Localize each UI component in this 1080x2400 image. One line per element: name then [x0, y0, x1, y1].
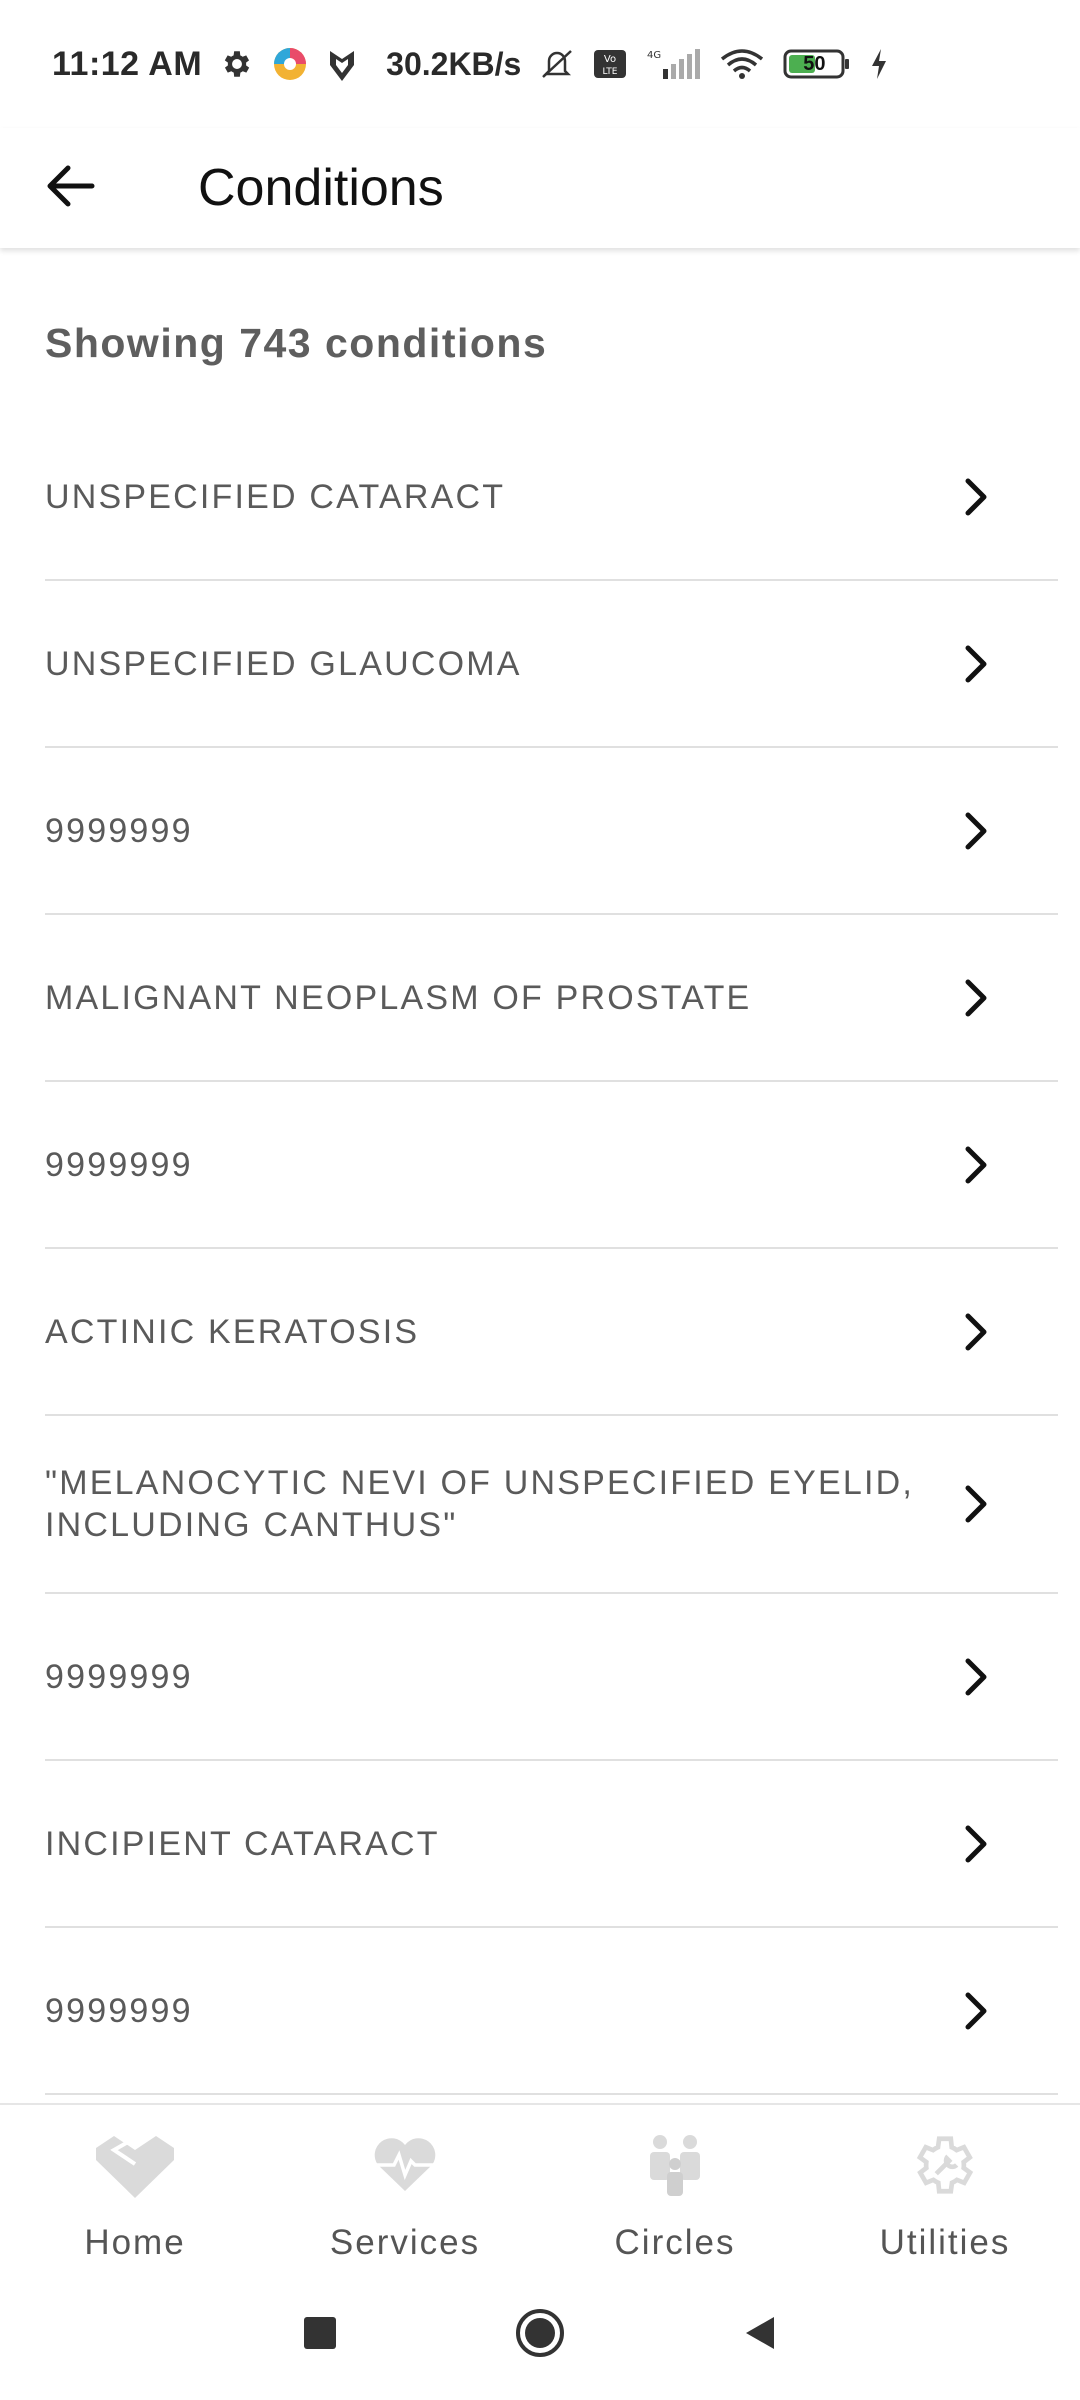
- list-item[interactable]: "MELANOCYTIC NEVI OF UNSPECIFIED EYELID,…: [45, 1416, 1058, 1594]
- list-item-label: "MELANOCYTIC NEVI OF UNSPECIFIED EYELID,…: [45, 1464, 914, 1544]
- list-item[interactable]: MALIGNANT NEOPLASM OF PROSTATE: [45, 915, 1058, 1082]
- status-bar: 11:12 AM 30.2KB/s Vo LTE 4G 50: [0, 0, 1080, 128]
- chevron-right-icon: [946, 634, 1006, 694]
- svg-text:Vo: Vo: [604, 54, 616, 65]
- circle-icon: [514, 2307, 566, 2364]
- list-item-label: 9999999: [45, 811, 193, 850]
- conditions-list: UNSPECIFIED CATARACT UNSPECIFIED GLAUCOM…: [45, 414, 1058, 2095]
- back-system-button[interactable]: [725, 2300, 795, 2370]
- list-item[interactable]: INCIPIENT CATARACT: [45, 1761, 1058, 1928]
- chevron-right-icon: [946, 1981, 1006, 2041]
- chevron-right-icon: [946, 801, 1006, 861]
- triangle-back-icon: [740, 2313, 780, 2358]
- square-icon: [302, 2315, 338, 2356]
- chevron-right-icon: [946, 1135, 1006, 1195]
- charging-icon: [869, 47, 889, 81]
- chevron-right-icon: [946, 1302, 1006, 1362]
- app-bar: Conditions: [0, 128, 1080, 248]
- mute-icon: [539, 47, 575, 81]
- wifi-icon: [719, 47, 765, 81]
- nav-item-circles[interactable]: Circles: [540, 2105, 810, 2270]
- home-system-button[interactable]: [505, 2300, 575, 2370]
- nav-label-home: Home: [84, 2223, 186, 2262]
- people-icon: [630, 2125, 720, 2205]
- net-speed: 30.2KB/s: [386, 45, 522, 82]
- list-item-label: 9999999: [45, 1657, 193, 1696]
- list-item-label: MALIGNANT NEOPLASM OF PROSTATE: [45, 978, 752, 1017]
- svg-text:LTE: LTE: [603, 67, 618, 77]
- recents-button[interactable]: [285, 2300, 355, 2370]
- home-icon: [90, 2125, 180, 2205]
- list-item-label: 9999999: [45, 1991, 193, 2030]
- svg-text:4G: 4G: [647, 50, 661, 61]
- chevron-right-icon: [946, 968, 1006, 1028]
- battery-icon: 50: [783, 47, 851, 81]
- status-time: 11:12 AM: [52, 44, 203, 83]
- list-item-label: UNSPECIFIED GLAUCOMA: [45, 644, 522, 683]
- nav-item-home[interactable]: Home: [0, 2105, 270, 2270]
- gear-icon: [220, 47, 254, 81]
- nav-item-services[interactable]: Services: [270, 2105, 540, 2270]
- conditions-content[interactable]: Showing 743 conditions UNSPECIFIED CATAR…: [0, 248, 1080, 2104]
- chevron-right-icon: [946, 1647, 1006, 1707]
- nav-item-utilities[interactable]: Utilities: [810, 2105, 1080, 2270]
- list-item[interactable]: 9999999: [45, 748, 1058, 915]
- chevron-right-icon: [946, 467, 1006, 527]
- gear-wrench-icon: [900, 2125, 990, 2205]
- list-item-label: INCIPIENT CATARACT: [45, 1824, 440, 1863]
- list-item[interactable]: 9999999: [45, 1928, 1058, 2095]
- shield-app-icon: [326, 47, 358, 81]
- app-colorful-icon: [272, 46, 308, 82]
- nav-label-services: Services: [329, 2223, 481, 2262]
- signal-4g-icon: 4G: [645, 47, 701, 81]
- volte-icon: Vo LTE: [593, 49, 627, 79]
- back-button[interactable]: [30, 148, 110, 228]
- list-item[interactable]: UNSPECIFIED GLAUCOMA: [45, 581, 1058, 748]
- page-title: Conditions: [198, 159, 444, 217]
- chevron-right-icon: [946, 1474, 1006, 1534]
- conditions-count: Showing 743 conditions: [45, 320, 548, 366]
- list-item-label: ACTINIC KERATOSIS: [45, 1312, 420, 1351]
- list-item-label: 9999999: [45, 1145, 193, 1184]
- list-item[interactable]: 9999999: [45, 1082, 1058, 1249]
- list-item[interactable]: UNSPECIFIED CATARACT: [45, 414, 1058, 581]
- arrow-left-icon: [44, 164, 96, 213]
- heart-pulse-icon: [360, 2125, 450, 2205]
- list-item[interactable]: 9999999: [45, 1594, 1058, 1761]
- battery-level: 50: [803, 52, 826, 75]
- list-item-label: UNSPECIFIED CATARACT: [45, 477, 506, 516]
- nav-label-utilities: Utilities: [879, 2223, 1011, 2262]
- chevron-right-icon: [946, 1814, 1006, 1874]
- system-nav: [0, 2270, 1080, 2400]
- nav-label-circles: Circles: [614, 2223, 736, 2262]
- list-item[interactable]: ACTINIC KERATOSIS: [45, 1249, 1058, 1416]
- bottom-nav: Home Services Circles Utilities: [0, 2103, 1080, 2270]
